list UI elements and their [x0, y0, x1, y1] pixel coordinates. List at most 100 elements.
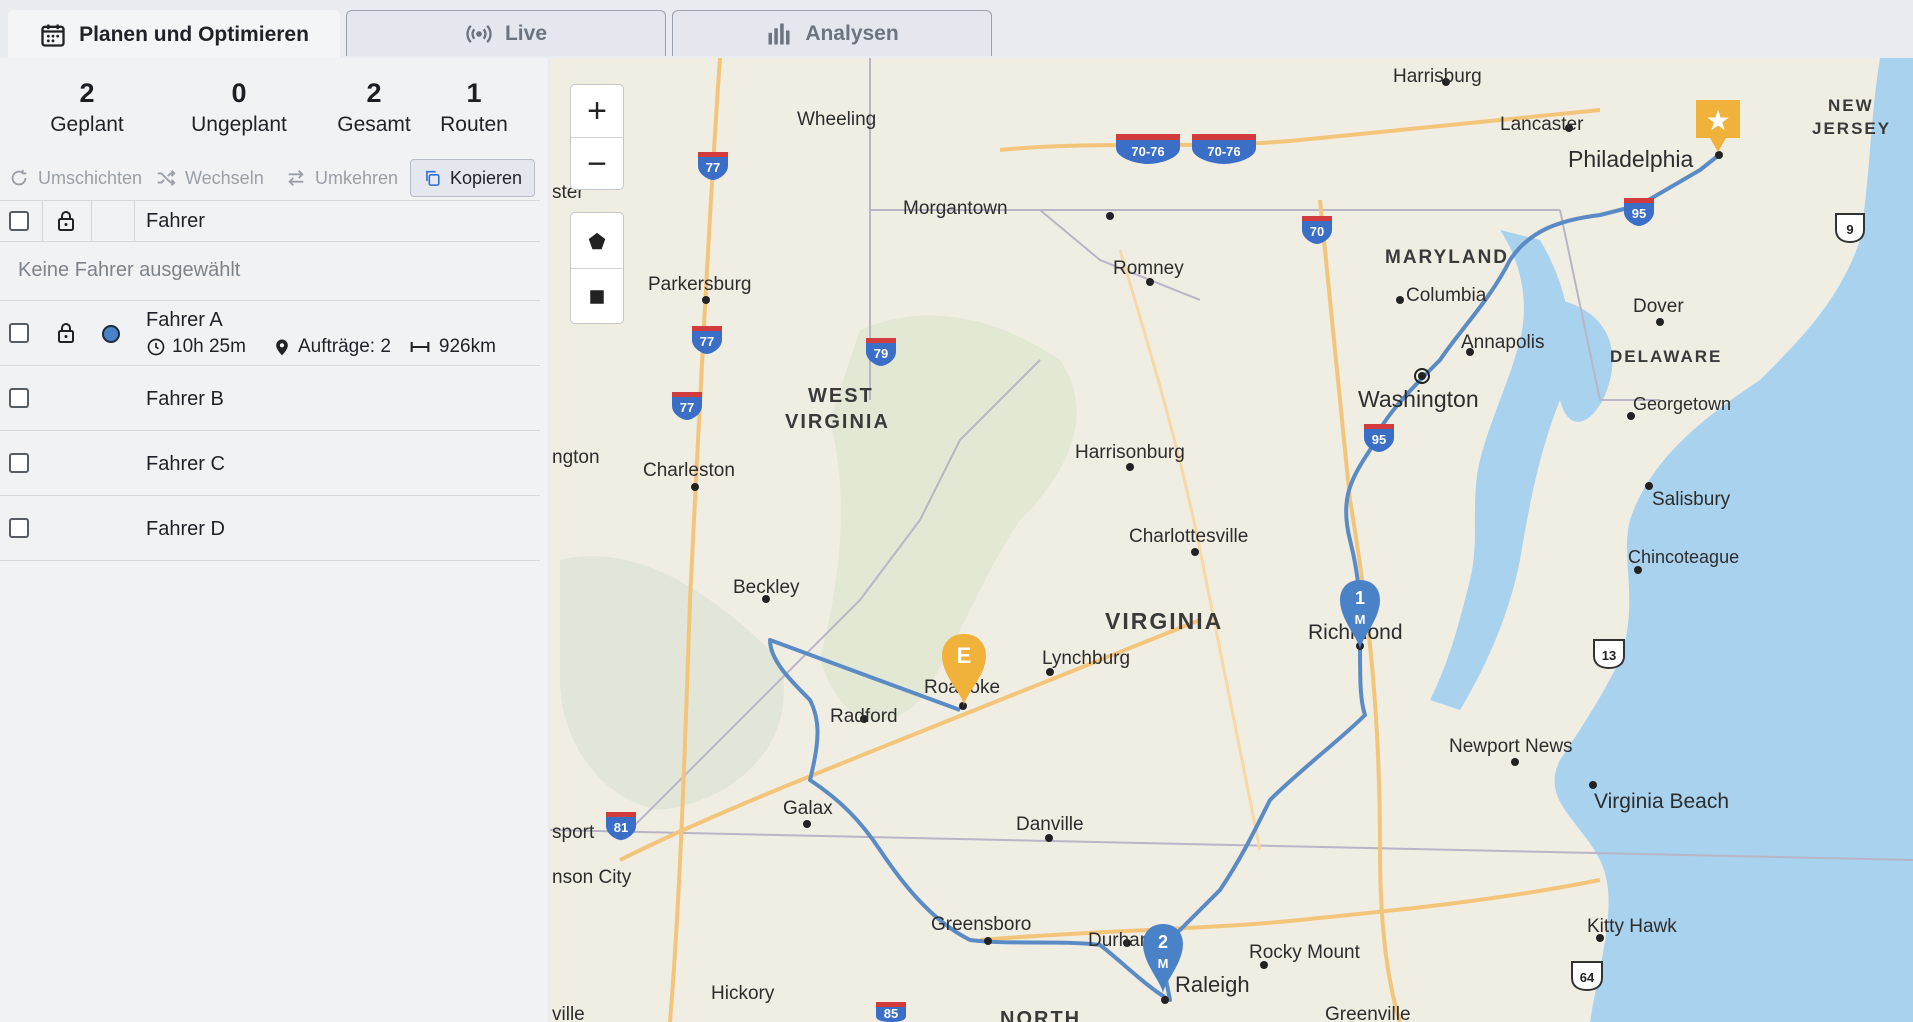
- stat-label: Ungeplant: [191, 113, 287, 136]
- svg-text:95: 95: [1372, 432, 1386, 447]
- map-label: Danville: [1016, 814, 1084, 835]
- driver-checkbox[interactable]: [9, 323, 29, 343]
- unlock-icon[interactable]: [54, 321, 78, 345]
- map-label: Harrisonburg: [1075, 442, 1185, 463]
- map-label: Newport News: [1449, 736, 1573, 757]
- map-label: DELAWARE: [1610, 347, 1722, 366]
- map-label: Harrisburg: [1393, 66, 1482, 87]
- svg-text:13: 13: [1602, 648, 1616, 663]
- map-label: Georgetown: [1633, 394, 1731, 414]
- draw-tools: [570, 212, 624, 324]
- column-divider: [91, 201, 92, 241]
- zoom-in-button[interactable]: +: [571, 85, 623, 138]
- swap-button[interactable]: Wechseln: [155, 159, 264, 197]
- svg-text:70: 70: [1310, 224, 1324, 239]
- reshuffle-label: Umschichten: [38, 167, 143, 188]
- driver-column-header: Fahrer: [146, 210, 205, 232]
- map-label: Morgantown: [903, 198, 1008, 219]
- draw-polygon-button[interactable]: [571, 213, 623, 269]
- driver-table-header: Fahrer: [0, 200, 540, 242]
- column-divider: [134, 201, 135, 241]
- driver-checkbox[interactable]: [9, 453, 29, 473]
- svg-text:95: 95: [1632, 206, 1646, 221]
- driver-row[interactable]: Fahrer C: [0, 431, 540, 496]
- driver-checkbox[interactable]: [9, 518, 29, 538]
- reverse-label: Umkehren: [315, 167, 399, 188]
- map-label: Annapolis: [1461, 332, 1544, 353]
- svg-text:64: 64: [1580, 970, 1595, 985]
- tab-analytics[interactable]: Analysen: [672, 10, 992, 56]
- zoom-out-button[interactable]: −: [571, 138, 623, 190]
- map-label: Greensboro: [931, 914, 1031, 935]
- broadcast-icon: [466, 24, 492, 43]
- clock-icon: [147, 338, 165, 356]
- reverse-button[interactable]: Umkehren: [285, 159, 398, 197]
- marker-label: 2: [1158, 932, 1168, 952]
- driver-name: Fahrer B: [146, 388, 224, 410]
- reshuffle-button[interactable]: Umschichten: [8, 159, 142, 197]
- map-label: Dover: [1633, 296, 1684, 317]
- map-label: JERSEY: [1812, 119, 1891, 138]
- map-label: Galax: [783, 798, 833, 819]
- map-label: Lynchburg: [1042, 648, 1130, 669]
- map-label: Greenville: [1325, 1004, 1411, 1022]
- driver-row[interactable]: Fahrer B: [0, 366, 540, 431]
- select-all-checkbox[interactable]: [9, 211, 29, 231]
- copy-button[interactable]: Kopieren: [410, 159, 535, 197]
- square-icon: [590, 289, 604, 304]
- tab-label: Live: [504, 21, 548, 45]
- interstate-shield: 85: [876, 1002, 906, 1022]
- refresh-icon: [11, 169, 27, 186]
- map-label: Charleston: [643, 460, 735, 481]
- marker-label: 1: [1355, 588, 1365, 608]
- map-label: sport: [552, 822, 595, 843]
- svg-text:85: 85: [884, 1006, 898, 1021]
- bar-chart-icon: [768, 23, 790, 44]
- tab-plan-optimize[interactable]: Planen und Optimieren: [8, 10, 340, 58]
- tab-label: Planen und Optimieren: [79, 22, 309, 46]
- zoom-control: + −: [570, 84, 624, 190]
- map-label: Virginia Beach: [1594, 790, 1729, 813]
- driver-name: Fahrer C: [146, 453, 225, 475]
- copy-label: Kopieren: [449, 167, 522, 188]
- swap-label: Wechseln: [185, 167, 264, 188]
- column-divider: [42, 201, 43, 241]
- map-label: VIRGINIA: [1105, 608, 1223, 634]
- map-label: Parkersburg: [648, 274, 752, 295]
- map-label: VIRGINIA: [785, 411, 890, 433]
- map-label: nson City: [552, 867, 632, 888]
- driver-row[interactable]: Fahrer D: [0, 496, 540, 561]
- driver-checkbox[interactable]: [9, 388, 29, 408]
- tab-live[interactable]: Live: [346, 10, 666, 56]
- svg-text:70-76: 70-76: [1131, 144, 1164, 159]
- driver-name: Fahrer D: [146, 518, 225, 540]
- tab-label: Analysen: [805, 21, 899, 45]
- lock-icon[interactable]: [54, 209, 78, 233]
- map-label: ville: [552, 1004, 585, 1022]
- map-label: Hickory: [711, 983, 775, 1004]
- map-label: Wheeling: [797, 109, 876, 130]
- us-route-shield: 9: [1835, 213, 1865, 244]
- draw-rectangle-button[interactable]: [571, 269, 623, 324]
- svg-text:81: 81: [614, 820, 628, 835]
- marker-label: E: [957, 643, 972, 668]
- stat-value: 2: [79, 78, 95, 108]
- map-label: Romney: [1113, 258, 1184, 279]
- copy-icon: [426, 170, 440, 186]
- svg-text:77: 77: [706, 160, 720, 175]
- driver-color-dot[interactable]: [102, 325, 120, 343]
- star-icon: ★: [1705, 104, 1730, 137]
- driver-row[interactable]: Fahrer A 10h 25m Aufträge: 2 926km: [0, 301, 540, 366]
- map-canvas[interactable]: Harrisburg Lancaster Philadelphia Wheeli…: [550, 58, 1913, 1022]
- empty-selection-row: Keine Fahrer ausgewählt: [0, 241, 540, 301]
- map-label: Raleigh: [1175, 972, 1250, 997]
- svg-text:77: 77: [700, 334, 714, 349]
- stat-planned: 2 Geplant: [22, 76, 152, 140]
- map-label: Charlottesville: [1129, 526, 1248, 547]
- empty-selection-hint: Keine Fahrer ausgewählt: [18, 259, 241, 281]
- polygon-icon: [588, 232, 606, 249]
- map-label: Radford: [830, 706, 898, 727]
- route-map[interactable]: Harrisburg Lancaster Philadelphia Wheeli…: [550, 58, 1913, 1022]
- map-label: Rocky Mount: [1249, 942, 1361, 963]
- driver-name: Fahrer A: [146, 309, 223, 331]
